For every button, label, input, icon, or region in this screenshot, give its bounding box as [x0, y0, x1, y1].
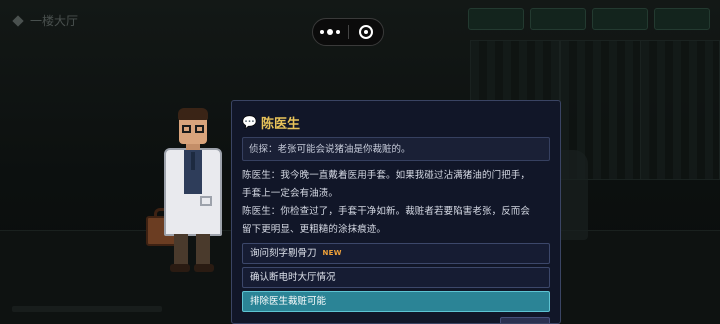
- more-menu-button[interactable]: [313, 29, 348, 35]
- bookshelf: [640, 40, 720, 180]
- hud-button[interactable]: [654, 8, 710, 30]
- hud-button[interactable]: [592, 8, 648, 30]
- option-exclude-doctor[interactable]: 排除医生裁赃可能: [242, 291, 550, 312]
- dialogue-line: 陈医生：你检查过了，手套干净如新。裁赃者若要陷害老张，反而会: [242, 206, 531, 217]
- dialogue-line: 手套上一定会有油渍。: [242, 188, 339, 199]
- neck: [186, 144, 200, 150]
- target-icon: [358, 25, 373, 39]
- dialogue-line: 陈医生：我今晚一直戴着医用手套。如果我碰过沾满猪油的门把手，: [242, 170, 531, 181]
- glasses-lens: [195, 125, 204, 133]
- option-label: 询问刻字剔骨刀: [250, 248, 317, 259]
- dialogue-panel: 💬 陈医生 侦探：老张可能会说猪油是你裁赃的。 陈医生：我今晚一直戴着医用手套。…: [231, 100, 561, 324]
- mini-program-capsule: [312, 18, 384, 46]
- new-badge: NEW: [322, 249, 342, 257]
- trouser-leg: [196, 234, 210, 266]
- dialogue-options: 询问刻字剔骨刀 NEW 确认断电时大厅情况 排除医生裁赃可能: [242, 243, 550, 312]
- speaker-name: 陈医生: [260, 116, 300, 132]
- shoe: [170, 264, 190, 272]
- hud-button[interactable]: [530, 8, 586, 30]
- option-ask-knife[interactable]: 询问刻字剔骨刀 NEW: [242, 243, 550, 264]
- option-label: 排除医生裁赃可能: [250, 296, 327, 307]
- hud-button[interactable]: [468, 8, 524, 30]
- trouser-leg: [174, 234, 188, 266]
- dialogue-text: 陈医生：我今晚一直戴着医用手套。如果我碰过沾满猪油的门把手， 手套上一定会有油渍…: [242, 167, 550, 239]
- option-label: 确认断电时大厅情况: [250, 272, 336, 283]
- bottom-hint: [12, 306, 162, 312]
- close-mini-program-button[interactable]: [349, 25, 384, 39]
- option-confirm-blackout[interactable]: 确认断电时大厅情况: [242, 267, 550, 288]
- location-label: 一楼大厅: [30, 14, 79, 28]
- dot-icon: [327, 29, 334, 35]
- speech-bubble-icon: 💬: [242, 115, 257, 129]
- tie: [191, 152, 195, 170]
- hair: [178, 108, 208, 120]
- location-indicator: 一楼大厅: [12, 12, 79, 29]
- dot-icon: [336, 30, 341, 34]
- dot-icon: [320, 30, 325, 34]
- confirm-button[interactable]: [500, 317, 550, 323]
- hud-button-group: [468, 8, 710, 30]
- dialogue-line: 留下更明显、更粗糙的涂抹痕迹。: [242, 224, 387, 235]
- speaker-header: 💬 陈医生: [242, 111, 550, 133]
- diamond-icon: [12, 14, 24, 27]
- shoe: [194, 264, 214, 272]
- detective-quote: 侦探：老张可能会说猪油是你裁赃的。: [242, 137, 550, 161]
- doctor-portrait: [144, 104, 230, 280]
- coat-pocket: [200, 196, 212, 206]
- glasses-lens: [182, 125, 191, 133]
